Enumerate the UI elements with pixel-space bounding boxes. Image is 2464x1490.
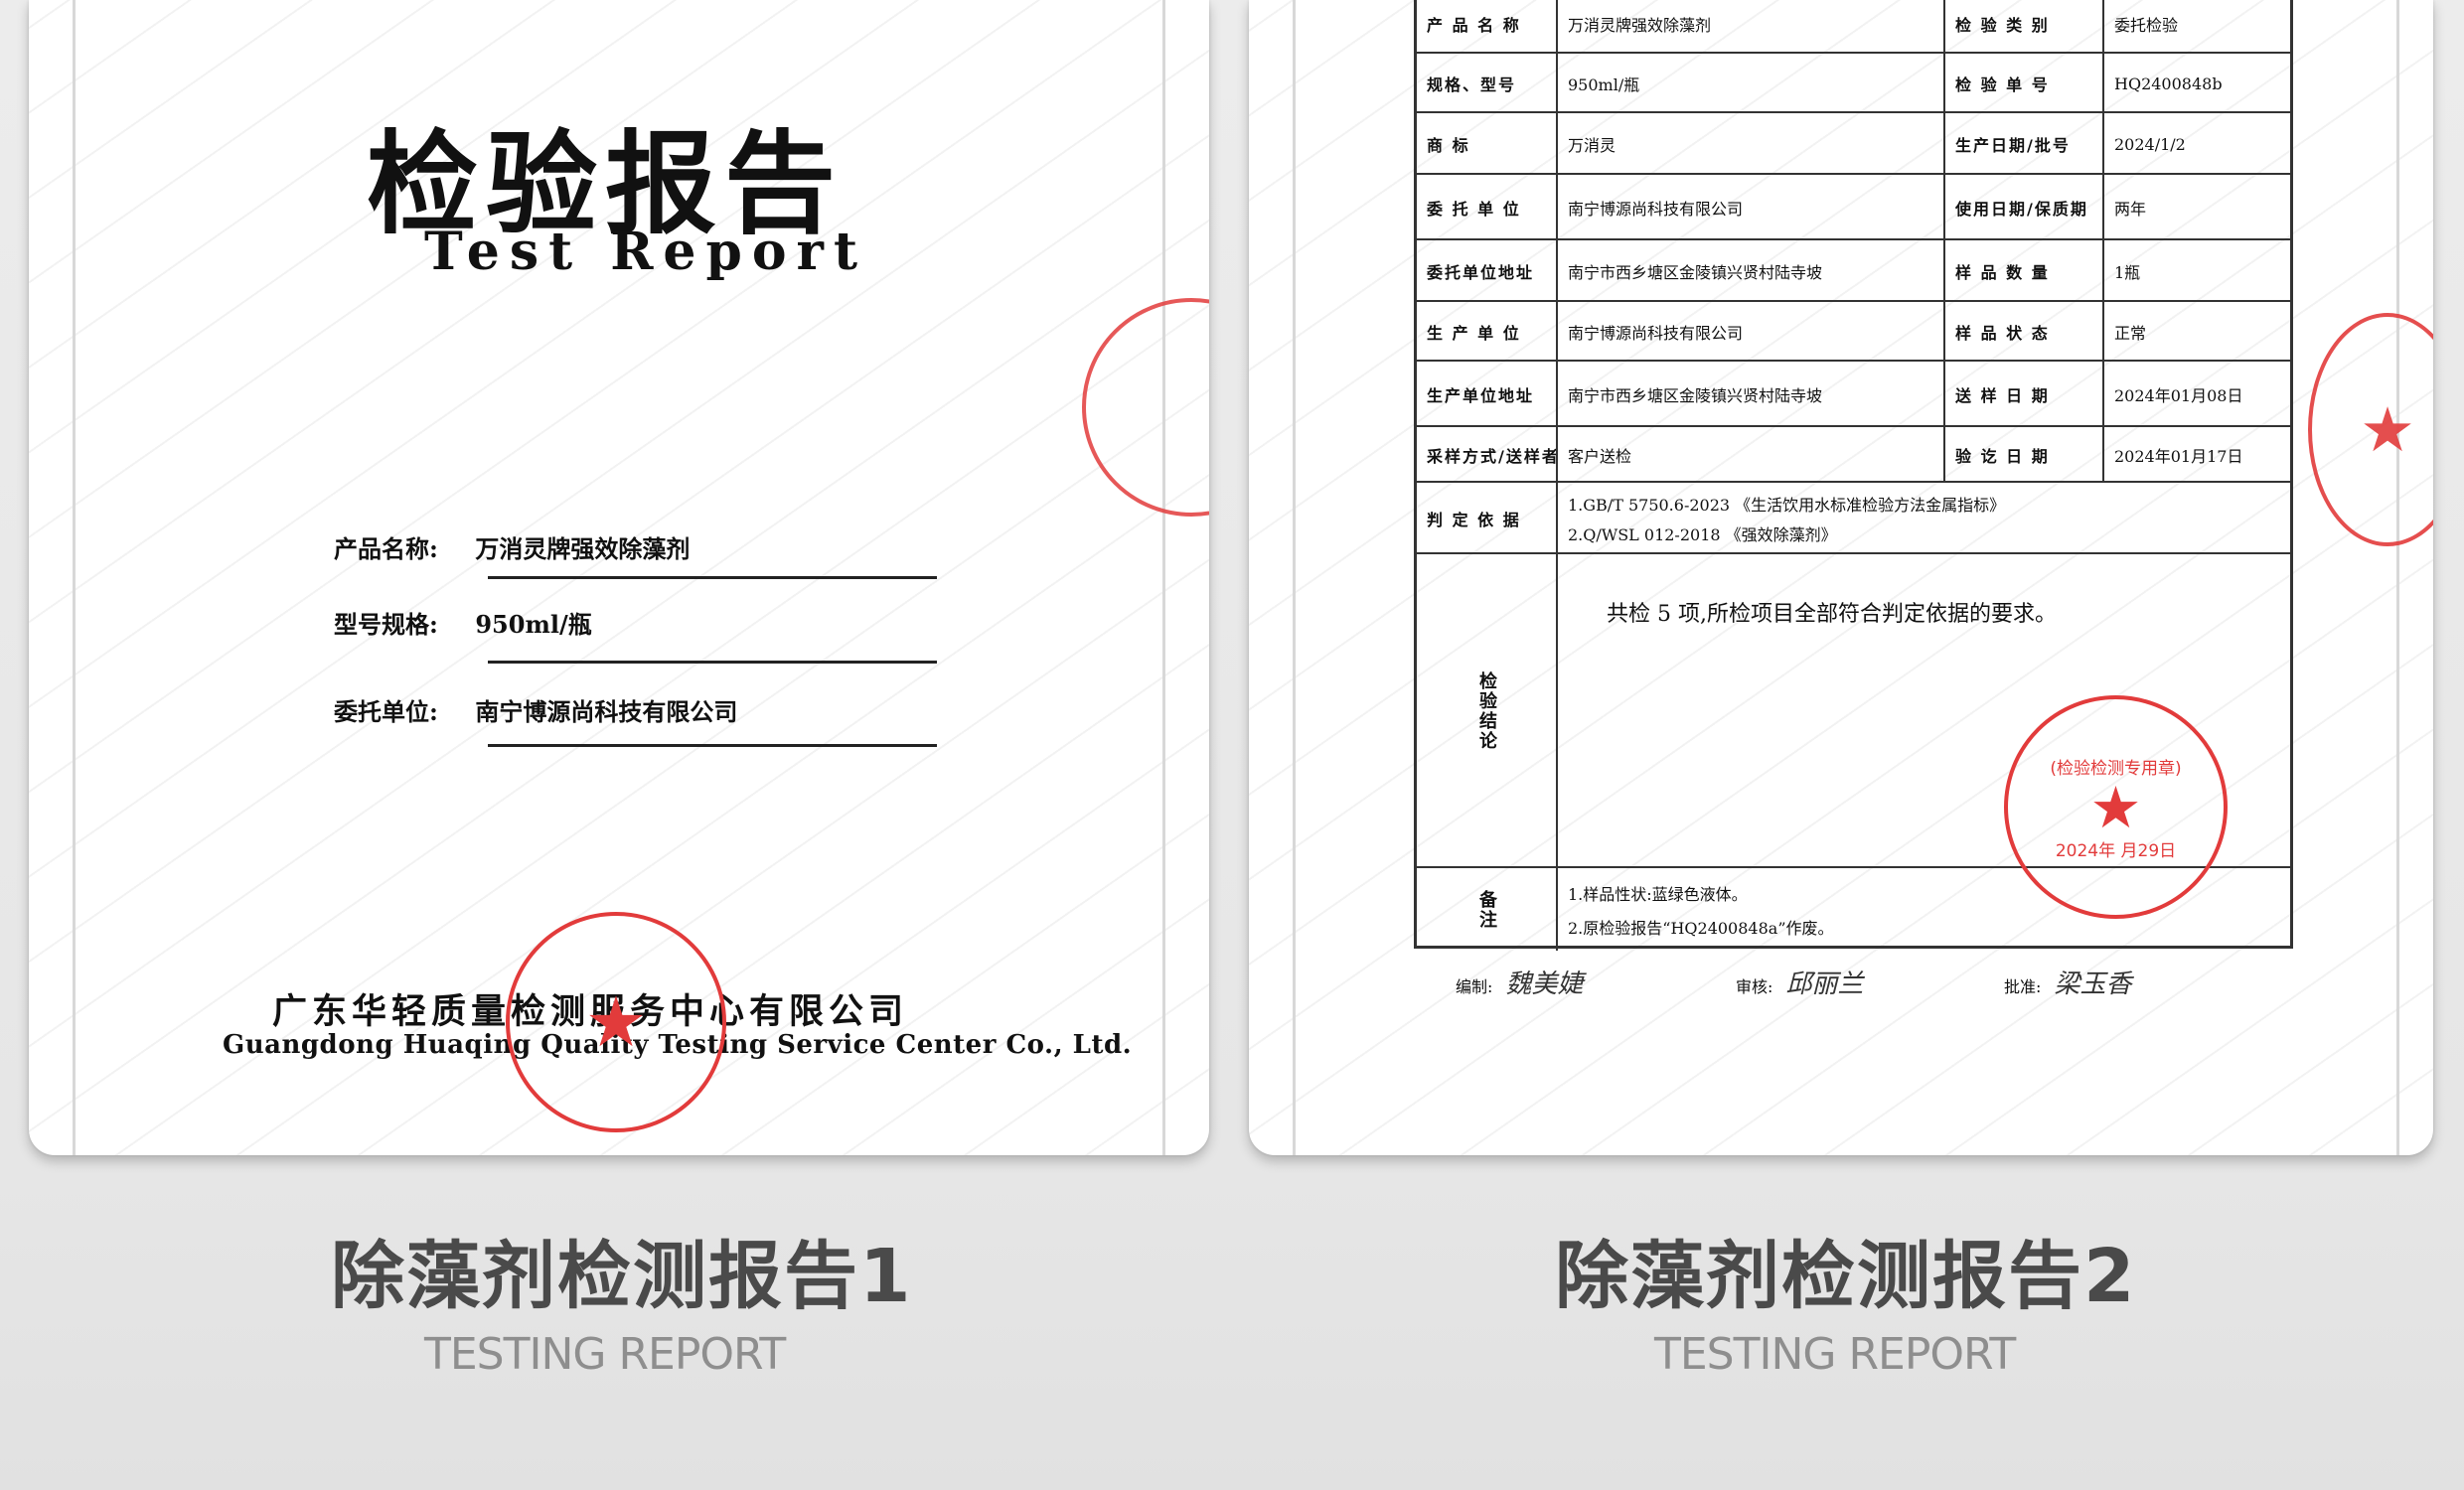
row-key-2: 生产日期/批号 (1943, 113, 2102, 175)
star-icon: ★ (2089, 773, 2142, 841)
row-key-2: 检 验 单 号 (1943, 54, 2102, 113)
row-value: 南宁博源尚科技有限公司 (1556, 175, 1943, 240)
field-underline (488, 744, 937, 747)
row-value: 万消灵 (1556, 113, 1943, 175)
row-key-2: 检 验 类 别 (1943, 0, 2102, 54)
signature-editor: 编制: 魏美婕 (1456, 964, 1584, 1000)
sign-role: 审核: (1736, 977, 1773, 996)
table-row: 产 品 名 称万消灵牌强效除藻剂检 验 类 别委托检验 (1417, 0, 2290, 54)
row-value-2: 2024/1/2 (2102, 113, 2296, 175)
table-row: 采样方式/送样者 客户送检验 讫 日 期 2024年01月17日 (1417, 425, 2290, 483)
basis-item: 2.Q/WSL 012-2018 《强效除藻剂》 (1568, 525, 1837, 544)
table-row: 委托单位地址 南宁市西乡塘区金陵镇兴贤村陆寺坡样 品 数 量 1瓶 (1417, 238, 2290, 302)
remark-item: 1.样品性状:蓝绿色液体。 (1568, 884, 1748, 904)
page-edge-left (1293, 0, 1296, 1155)
row-value: 950ml/瓶 (1556, 54, 1943, 113)
row-key-2: 验 讫 日 期 (1943, 427, 2102, 483)
field-product-name: 产品名称: 万消灵牌强效除藻剂 (334, 529, 937, 579)
row-value: 南宁博源尚科技有限公司 (1556, 302, 1943, 362)
field-underline (488, 576, 937, 579)
row-value: 客户送检 (1556, 427, 1943, 483)
row-value-2: 1瓶 (2102, 240, 2296, 302)
caption-subtitle-1: TESTING REPORT (424, 1329, 786, 1380)
table-row: 生 产 单 位南宁博源尚科技有限公司样 品 状 态正常 (1417, 300, 2290, 362)
page-edge-right (2396, 0, 2399, 1155)
sign-role: 编制: (1456, 977, 1493, 996)
signature-approver: 批准: 梁玉香 (2004, 964, 2132, 1000)
field-value: 950ml/瓶 (475, 610, 592, 639)
remarks-label: 备注 (1476, 889, 1497, 930)
table-row: 委 托 单 位南宁博源尚科技有限公司 使用日期/保质期 两年 (1417, 173, 2290, 240)
sign-role: 批准: (2004, 977, 2042, 996)
row-value-2: 正常 (2102, 302, 2296, 362)
report-title-en: Test Report (424, 222, 867, 282)
row-value-2: 两年 (2102, 175, 2296, 240)
row-value-2: 2024年01月08日 (2102, 362, 2296, 427)
row-value-2: 委托检验 (2102, 0, 2296, 54)
field-label: 型号规格: (334, 610, 438, 639)
caption-title-2: 除藻剂检测报告2 (1555, 1234, 2137, 1319)
row-key-2: 使用日期/保质期 (1943, 175, 2102, 240)
sign-name: 邱丽兰 (1785, 969, 1864, 999)
row-key: 生 产 单 位 (1427, 324, 1521, 343)
row-key: 商 标 (1427, 136, 1470, 155)
conclusion-label: 检验结论 (1476, 671, 1497, 751)
row-value: 万消灵牌强效除藻剂 (1556, 0, 1943, 54)
stamp-date: 2024年 月29日 (2055, 840, 2177, 861)
row-value-2: HQ2400848b (2102, 54, 2296, 113)
star-icon: ★ (584, 981, 648, 1063)
edge-seal-stamp: ★ (2308, 313, 2433, 546)
edge-seal-stamp (1082, 298, 1209, 517)
row-key-2: 样 品 数 量 (1943, 240, 2102, 302)
row-key: 生产单位地址 (1427, 386, 1535, 405)
basis-row: 判 定 依 据 1.GB/T 5750.6-2023 《生活饮用水标准检验方法金… (1417, 481, 2290, 554)
report-1-card[interactable]: 检验报告 Test Report 产品名称: 万消灵牌强效除藻剂 型号规格: 9… (29, 0, 1209, 1155)
row-key-2: 送 样 日 期 (1943, 362, 2102, 427)
basis-values: 1.GB/T 5750.6-2023 《生活饮用水标准检验方法金属指标》 2.Q… (1556, 483, 2290, 554)
row-value-2: 2024年01月17日 (2102, 427, 2296, 483)
field-label: 产品名称: (334, 534, 438, 563)
caption-title-1: 除藻剂检测报告1 (331, 1234, 913, 1319)
row-value: 南宁市西乡塘区金陵镇兴贤村陆寺坡 (1556, 240, 1943, 302)
basis-item: 1.GB/T 5750.6-2023 《生活饮用水标准检验方法金属指标》 (1568, 496, 2006, 515)
row-key: 委 托 单 位 (1427, 200, 1521, 219)
field-client: 委托单位: 南宁博源尚科技有限公司 (334, 692, 937, 747)
row-key: 产 品 名 称 (1427, 16, 1521, 35)
caption-subtitle-2: TESTING REPORT (1654, 1329, 2016, 1380)
field-value: 南宁博源尚科技有限公司 (475, 697, 738, 726)
field-underline (488, 661, 937, 664)
row-key: 委托单位地址 (1427, 263, 1535, 282)
star-icon: ★ (2360, 392, 2415, 466)
page-edge-left (73, 0, 76, 1155)
signature-reviewer: 审核: 邱丽兰 (1736, 964, 1864, 1000)
row-key: 规格、型号 (1427, 75, 1517, 94)
company-seal-stamp: ★ (506, 912, 726, 1132)
page-edge-right (1162, 0, 1165, 1155)
field-spec: 型号规格: 950ml/瓶 (334, 605, 937, 664)
field-label: 委托单位: (334, 697, 438, 726)
field-value: 万消灵牌强效除藻剂 (475, 534, 691, 563)
table-row: 规格、型号 950ml/瓶检 验 单 号 HQ2400848b (1417, 52, 2290, 113)
table-row: 商 标万消灵 生产日期/批号 2024/1/2 (1417, 111, 2290, 175)
sign-name: 梁玉香 (2054, 969, 2132, 999)
conclusion-text: 共检 5 项,所检项目全部符合判定依据的要求。 (1607, 602, 2057, 627)
inspection-seal-stamp: (检验检测专用章) ★ 2024年 月29日 (2004, 695, 2228, 919)
sign-name: 魏美婕 (1505, 969, 1584, 999)
table-row: 生产单位地址 南宁市西乡塘区金陵镇兴贤村陆寺坡送 样 日 期 2024年01月08日 (1417, 360, 2290, 427)
row-key: 采样方式/送样者 (1427, 447, 1556, 466)
remark-item: 2.原检验报告“HQ2400848a”作废。 (1568, 918, 1834, 938)
row-key-2: 样 品 状 态 (1943, 302, 2102, 362)
row-value: 南宁市西乡塘区金陵镇兴贤村陆寺坡 (1556, 362, 1943, 427)
report-2-card[interactable]: 产 品 名 称万消灵牌强效除藻剂检 验 类 别委托检验 规格、型号 950ml/瓶检… (1249, 0, 2433, 1155)
basis-label: 判 定 依 据 (1427, 511, 1521, 529)
